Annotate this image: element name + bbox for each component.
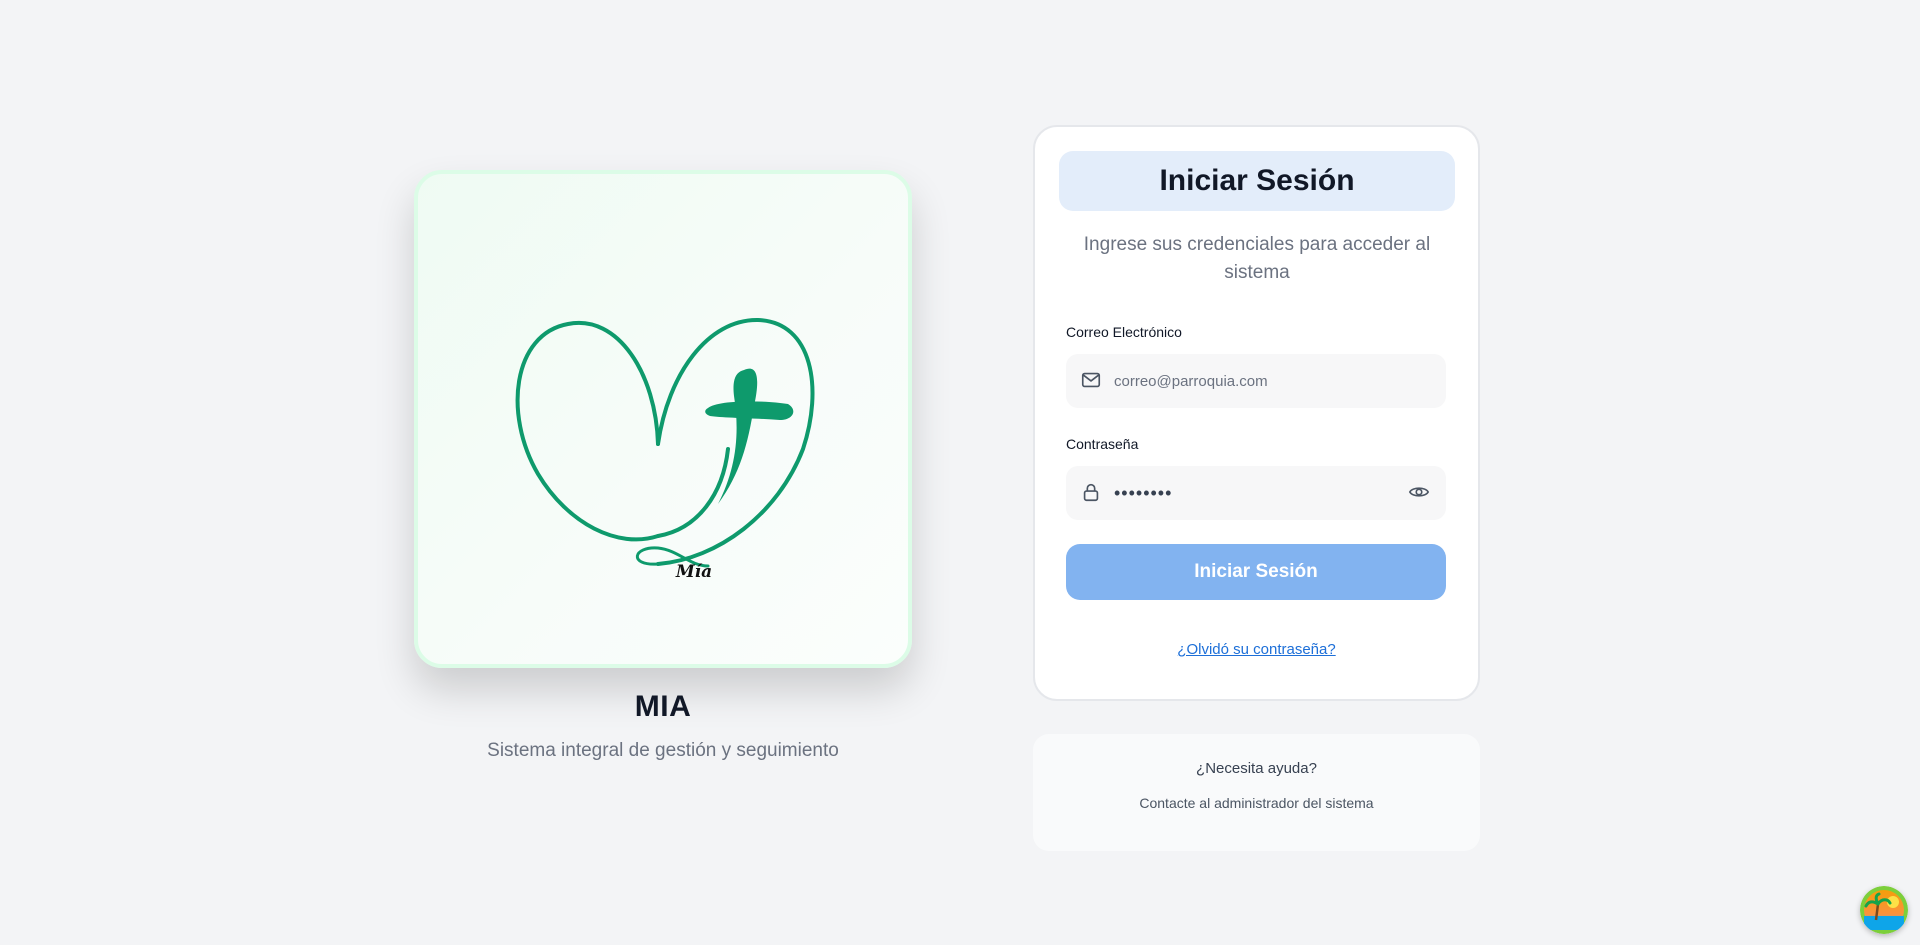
logo-card: Mía [414,170,912,668]
logo-wordmark: Mía [675,562,713,582]
mail-icon [1081,372,1101,388]
password-label: Contraseña [1066,436,1139,452]
app-tagline: Sistema integral de gestión y seguimient… [487,740,839,761]
login-card: Iniciar Sesión Ingrese sus credenciales … [1033,125,1480,701]
email-label: Correo Electrónico [1066,324,1182,340]
floating-avatar-button[interactable] [1860,886,1908,934]
password-field-container [1066,466,1446,520]
password-input[interactable] [1114,466,1414,520]
app-name: MIA [634,690,692,723]
login-subtitle: Ingrese sus credenciales para acceder al… [1083,234,1431,283]
help-text: Contacte al administrador del sistema [1139,795,1374,811]
heart-cross-logo-icon [515,317,815,568]
email-field-container [1066,354,1446,408]
forgot-password-link[interactable]: ¿Olvidó su contraseña? [1035,641,1478,658]
help-title: ¿Necesita ayuda? [1196,760,1317,777]
login-submit-button[interactable]: Iniciar Sesión [1066,544,1446,600]
lock-icon [1083,483,1099,502]
help-card: ¿Necesita ayuda? Contacte al administrad… [1033,734,1480,851]
email-input[interactable] [1114,354,1414,408]
login-title: Iniciar Sesión [1059,151,1455,211]
eye-icon[interactable] [1408,481,1430,503]
beach-avatar-icon [1860,886,1908,934]
